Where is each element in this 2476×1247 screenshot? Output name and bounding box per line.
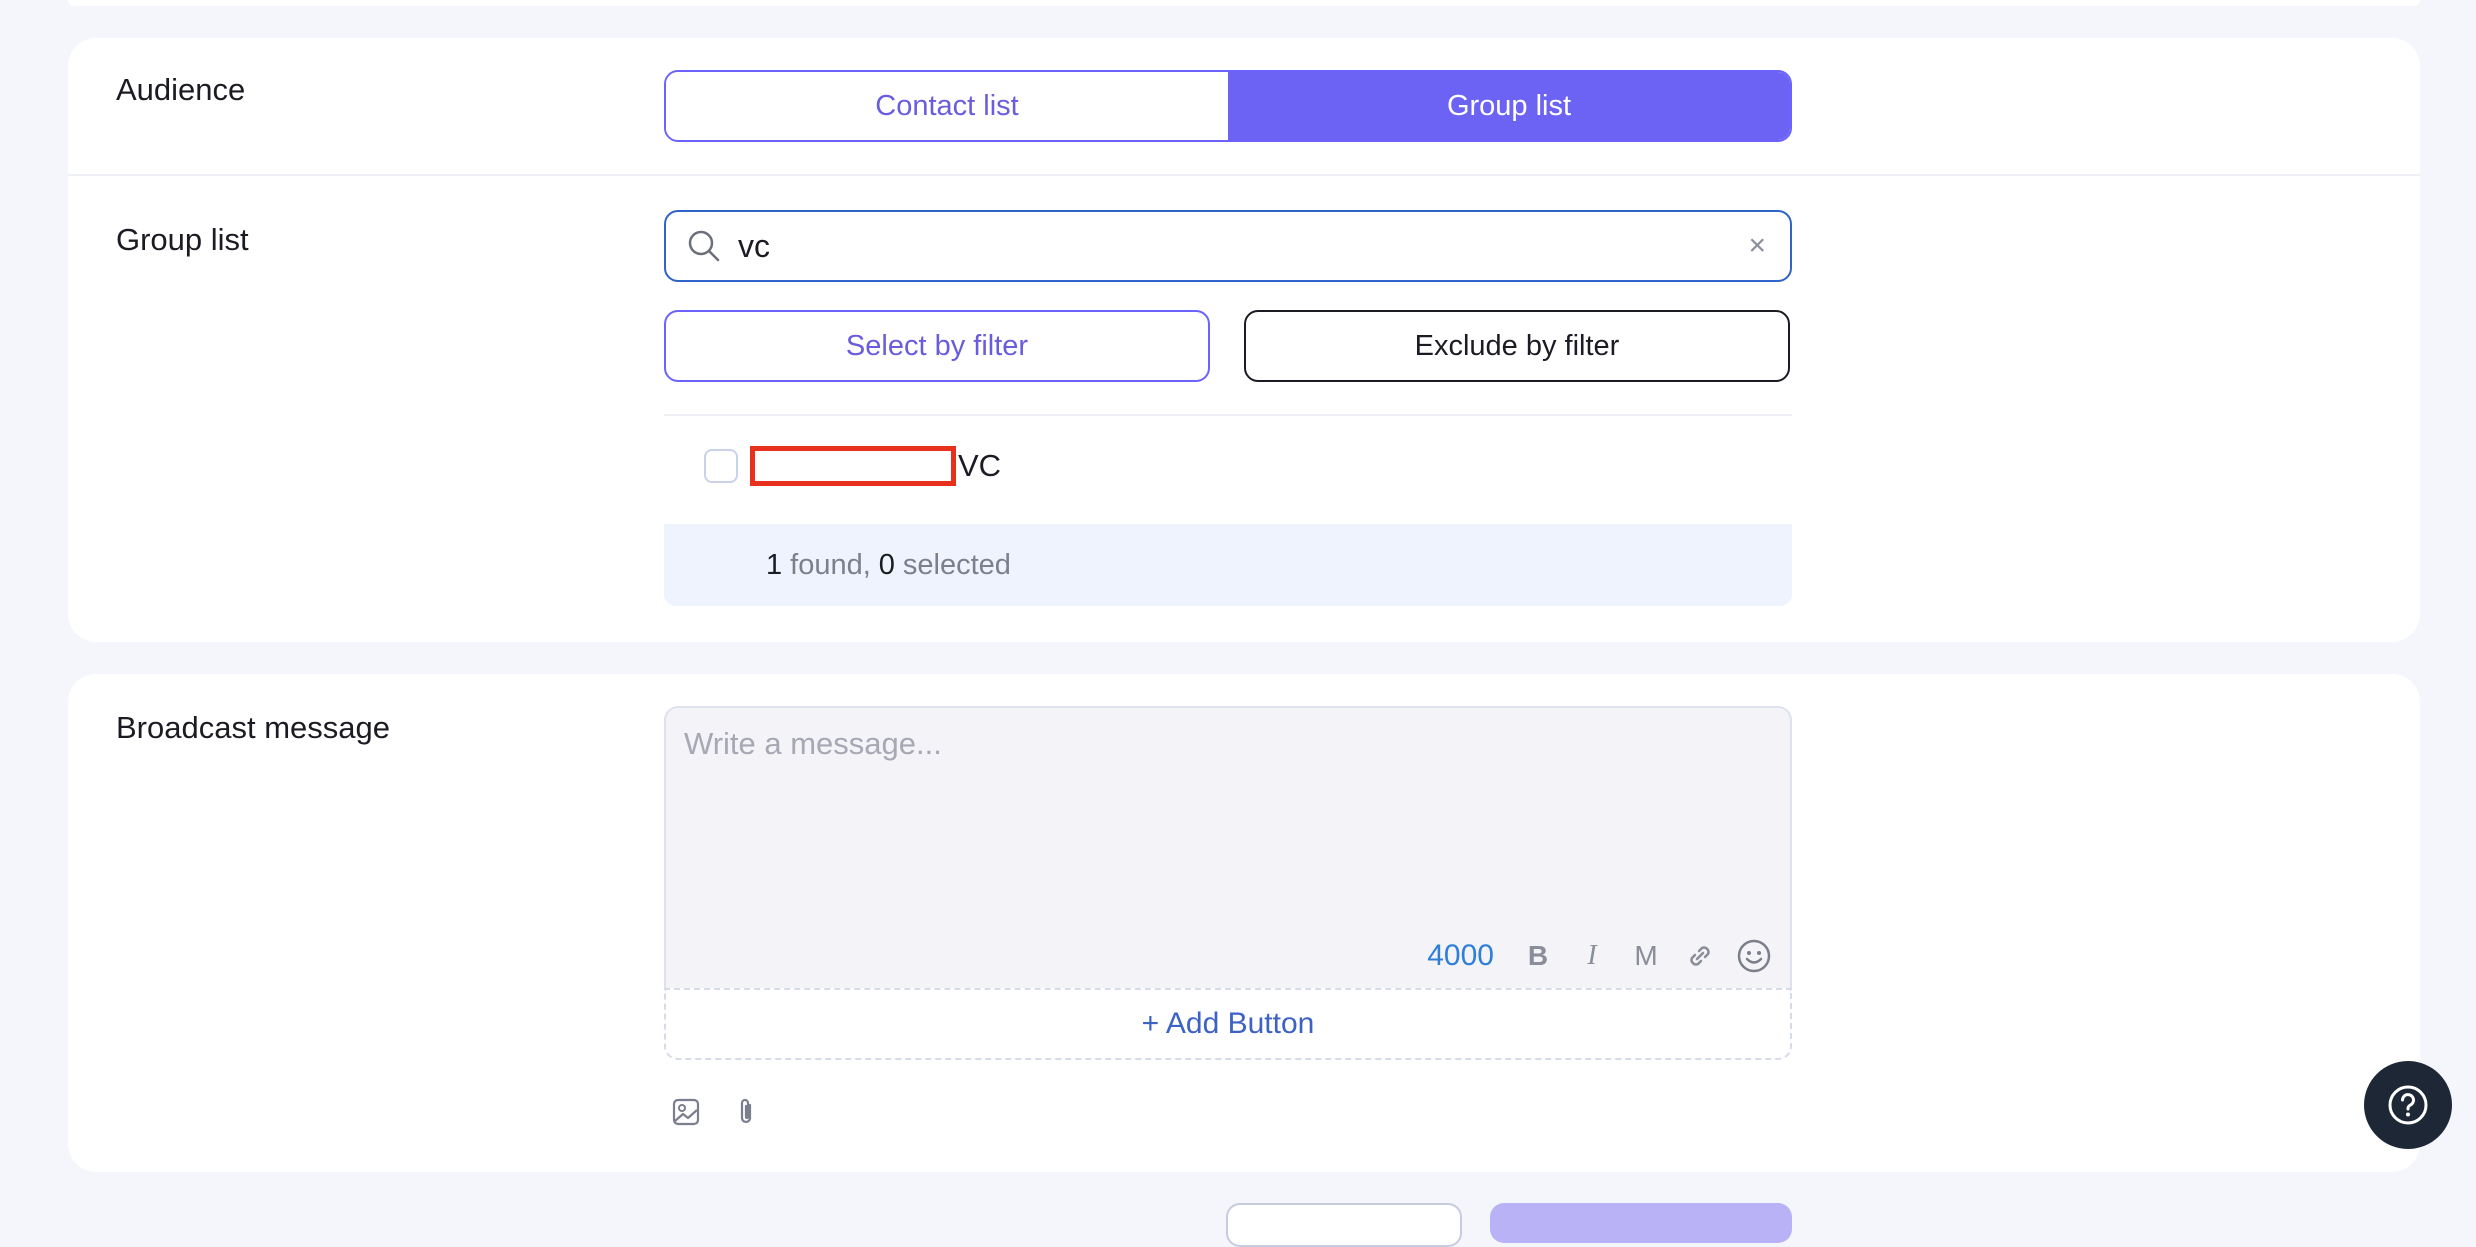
group-search-input[interactable] — [736, 226, 1749, 266]
tab-contact-list[interactable]: Contact list — [666, 72, 1228, 140]
question-icon — [2388, 1085, 2428, 1125]
link-icon[interactable] — [1682, 938, 1718, 974]
image-icon[interactable] — [670, 1096, 702, 1128]
section-divider — [68, 174, 2420, 176]
audience-label: Audience — [116, 72, 246, 107]
help-button[interactable] — [2364, 1061, 2452, 1149]
broadcast-message-label: Broadcast message — [116, 710, 390, 745]
primary-action-button[interactable] — [1490, 1203, 1792, 1243]
emoji-icon[interactable] — [1736, 938, 1772, 974]
broadcast-card: Broadcast message 4000 B I M — [68, 674, 2420, 1172]
message-composer: 4000 B I M — [664, 706, 1792, 988]
found-count: 1 — [766, 548, 783, 581]
tab-group-list[interactable]: Group list — [1228, 72, 1790, 140]
clear-search-icon[interactable]: × — [1748, 231, 1766, 261]
paperclip-icon[interactable] — [730, 1096, 762, 1128]
selected-count: 0 — [878, 548, 895, 581]
monospace-icon[interactable]: M — [1628, 938, 1664, 974]
attachment-row — [670, 1096, 762, 1128]
audience-card: Audience Contact list Group list Group l… — [68, 38, 2420, 642]
italic-icon[interactable]: I — [1574, 938, 1610, 974]
format-toolbar: 4000 B I M — [1427, 938, 1772, 974]
list-item[interactable]: VC — [664, 434, 1792, 498]
exclude-by-filter-button[interactable]: Exclude by filter — [1244, 310, 1790, 382]
group-list-label: Group list — [116, 222, 249, 257]
list-divider — [664, 414, 1792, 416]
add-button[interactable]: + Add Button — [664, 988, 1792, 1060]
found-text: found, — [790, 548, 871, 581]
previous-card-edge — [68, 0, 2420, 6]
audience-segmented-control: Contact list Group list — [664, 70, 1792, 142]
select-by-filter-button[interactable]: Select by filter — [664, 310, 1210, 382]
message-textarea[interactable] — [682, 724, 1776, 908]
search-icon — [688, 230, 720, 262]
group-search-field: × — [664, 210, 1792, 282]
bold-icon[interactable]: B — [1520, 938, 1556, 974]
selected-text: selected — [902, 548, 1011, 581]
char-counter: 4000 — [1427, 939, 1494, 972]
redacted-group-name — [750, 446, 956, 486]
secondary-action-button[interactable] — [1226, 1203, 1462, 1247]
group-checkbox[interactable] — [704, 449, 738, 483]
group-name-suffix: VC — [958, 448, 1002, 483]
results-summary: 1 found, 0 selected — [664, 524, 1792, 606]
